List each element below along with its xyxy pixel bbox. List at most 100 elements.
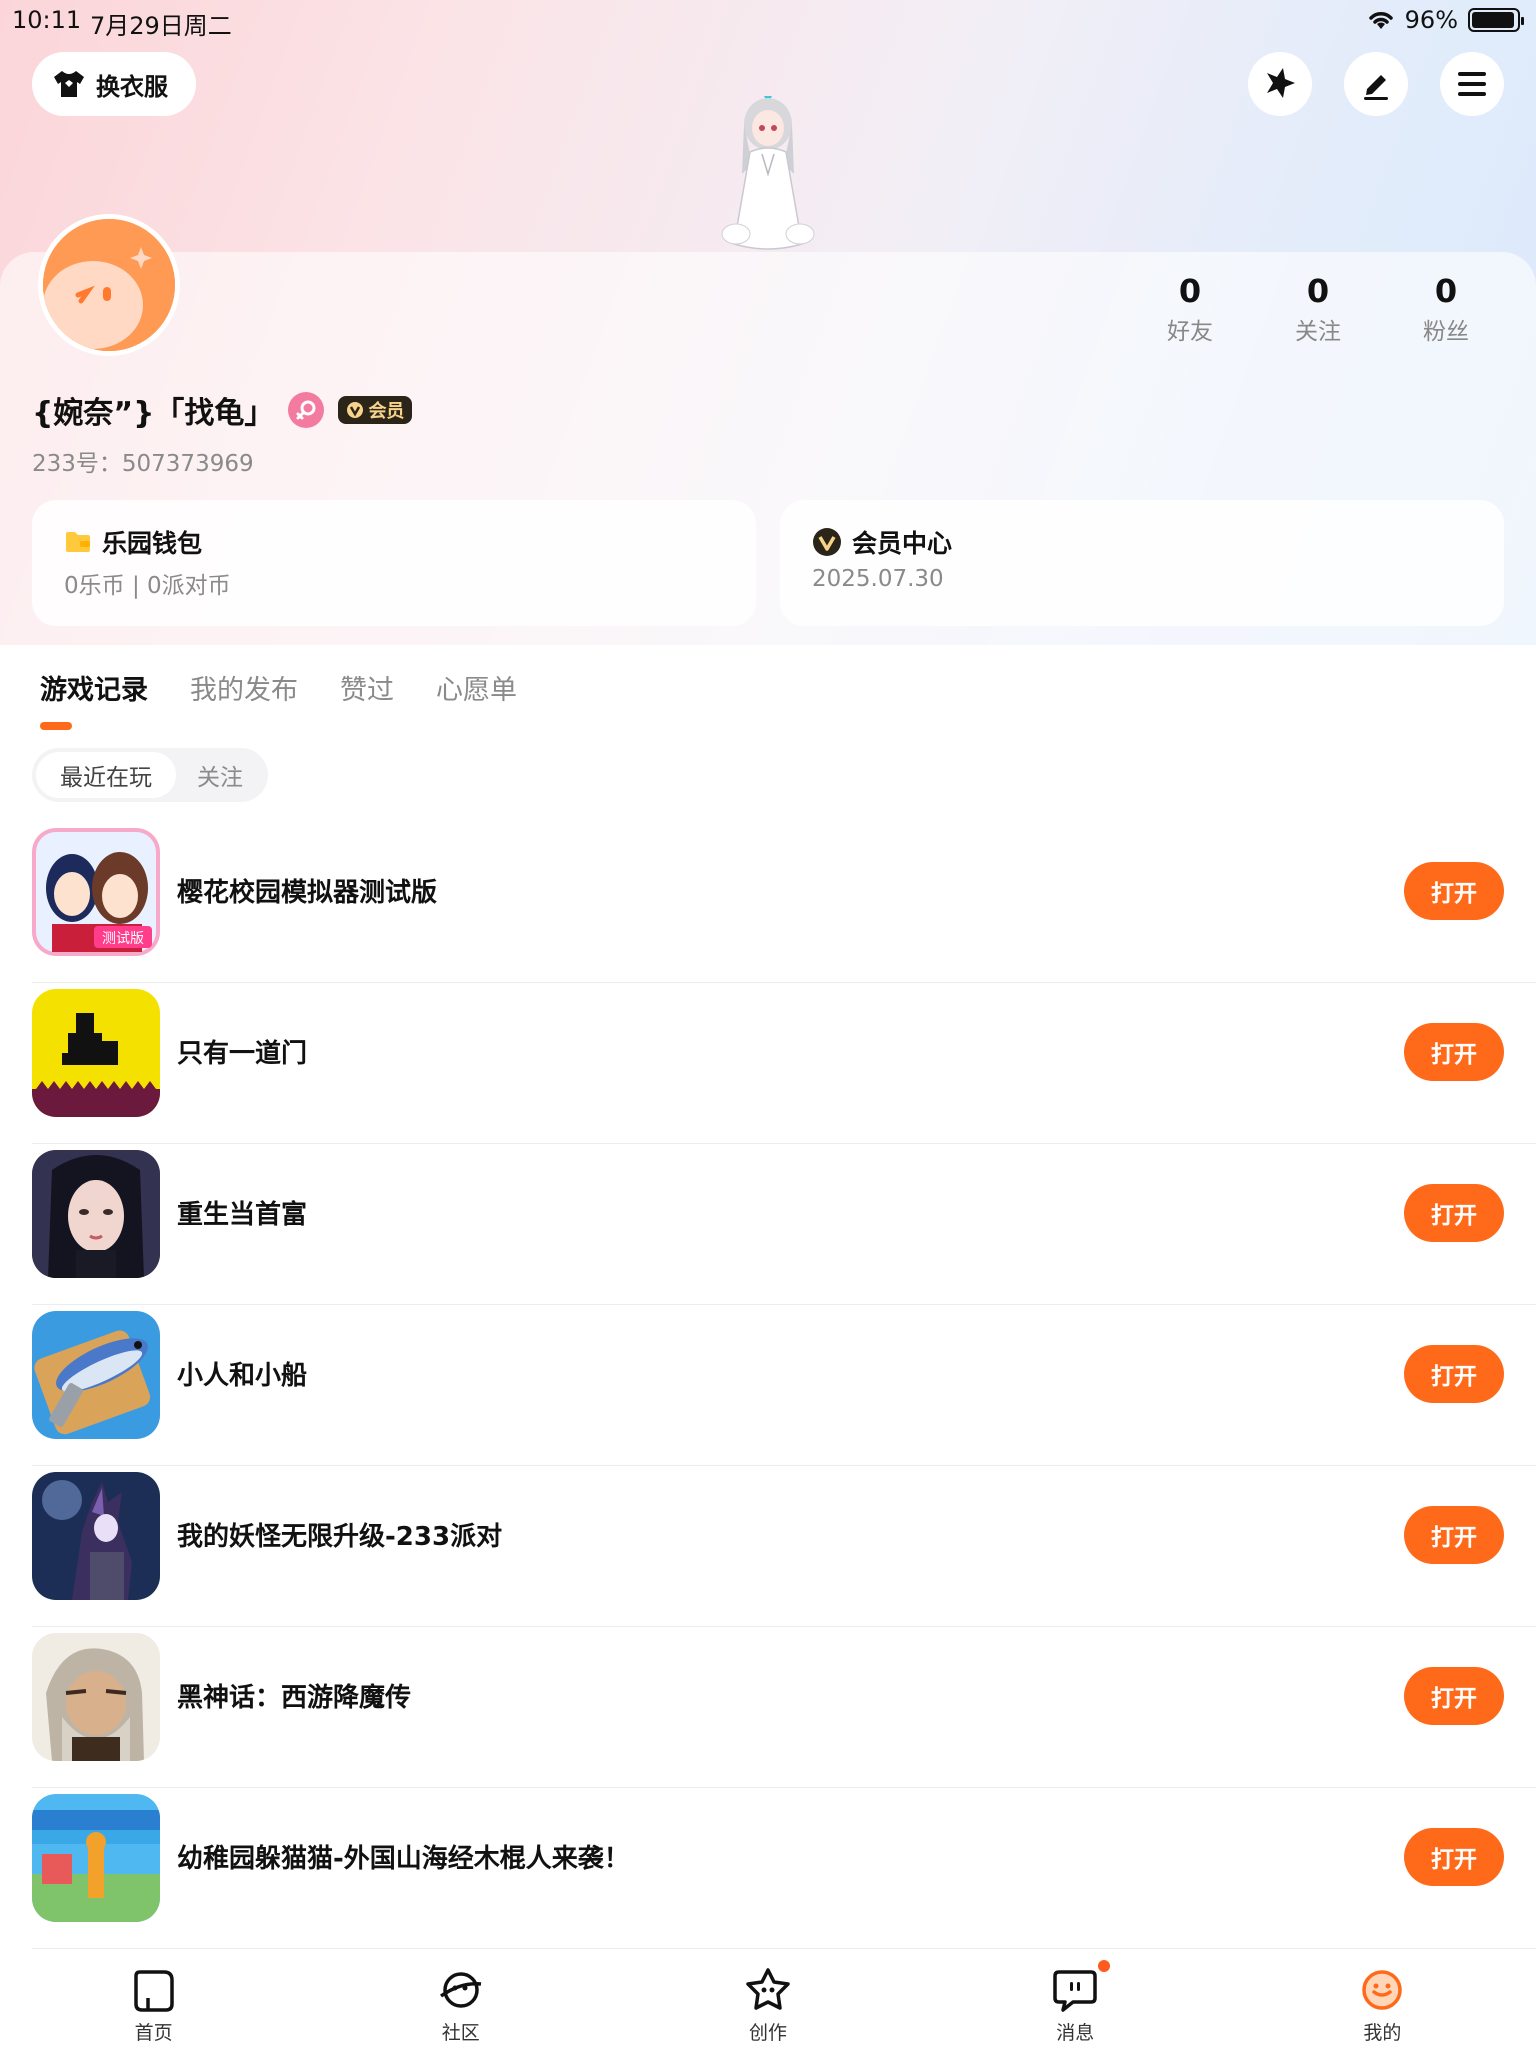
fish-boat-icon[interactable] bbox=[32, 1311, 160, 1439]
shirt-icon bbox=[54, 71, 84, 97]
active-tab-indicator bbox=[40, 722, 72, 730]
wardrobe-label: 换衣服 bbox=[96, 72, 168, 101]
profile-tabs: 游戏记录 我的发布 赞过 心愿单 bbox=[40, 668, 517, 707]
wallet-title: 乐园钱包 bbox=[102, 529, 203, 558]
tabbar-create[interactable]: 创作 bbox=[614, 1952, 921, 2048]
open-game-button[interactable]: 打开 bbox=[1404, 1667, 1504, 1725]
game-name: 幼稚园躲猫猫-外国山海经木棍人来袭！ bbox=[177, 1844, 630, 1874]
profile-stats: 0 好友 0 关注 0 粉丝 bbox=[1126, 272, 1510, 346]
tabbar-label: 消息 bbox=[1056, 2022, 1095, 2044]
sakura-school-icon[interactable]: 测试版 bbox=[32, 828, 160, 956]
wifi-icon bbox=[1368, 12, 1393, 29]
create-icon bbox=[746, 1968, 790, 2010]
tab-my-posts[interactable]: 我的发布 bbox=[190, 668, 298, 707]
vip-label: 会员 bbox=[368, 401, 405, 422]
tabbar-label: 创作 bbox=[749, 2022, 788, 2044]
game-name: 重生当首富 bbox=[177, 1200, 308, 1230]
open-game-button[interactable]: 打开 bbox=[1404, 1184, 1504, 1242]
subtab-recent[interactable]: 最近在玩 bbox=[36, 752, 176, 798]
user-id: 233号：507373969 bbox=[32, 451, 254, 477]
game-name: 黑神话：西游降魔传 bbox=[177, 1683, 412, 1713]
stat-value: 0 bbox=[1178, 272, 1202, 310]
game-name: 樱花校园模拟器测试版 bbox=[177, 878, 438, 908]
me-icon bbox=[1362, 1970, 1403, 2010]
tab-game-records[interactable]: 游戏记录 bbox=[40, 668, 148, 707]
open-game-button[interactable]: 打开 bbox=[1404, 1506, 1504, 1564]
username-row: {婉奈”}「找龟」 会员 bbox=[32, 388, 413, 432]
game-row[interactable]: 重生当首富 打开 bbox=[0, 1144, 1536, 1305]
header-actions bbox=[1248, 52, 1504, 116]
tabbar-home[interactable]: 首页 bbox=[0, 1952, 307, 2048]
wallet-balance: 0乐币 | 0派对币 bbox=[64, 573, 231, 599]
home-icon bbox=[133, 1970, 174, 2012]
stat-label: 粉丝 bbox=[1423, 319, 1469, 345]
game-row[interactable]: 我的妖怪无限升级-233派对 打开 bbox=[0, 1466, 1536, 1627]
tabbar-label: 我的 bbox=[1363, 2022, 1402, 2044]
stat-label: 好友 bbox=[1167, 319, 1213, 345]
stat-value: 0 bbox=[1434, 272, 1458, 310]
game-list: 测试版 樱花校园模拟器测试版 打开 只有一道门 打开 重生当首富 打开 小人和小… bbox=[0, 822, 1536, 1949]
username: {婉奈”}「找龟」 bbox=[32, 396, 275, 431]
open-game-button[interactable]: 打开 bbox=[1404, 1345, 1504, 1403]
game-name: 小人和小船 bbox=[177, 1361, 308, 1391]
menu-button[interactable] bbox=[1440, 52, 1504, 116]
tabbar-label: 首页 bbox=[134, 2022, 173, 2044]
open-game-button[interactable]: 打开 bbox=[1404, 862, 1504, 920]
stat-label: 关注 bbox=[1295, 319, 1341, 345]
stat-friends[interactable]: 0 好友 bbox=[1126, 272, 1254, 346]
community-icon bbox=[439, 1972, 481, 2008]
avatar[interactable] bbox=[38, 214, 180, 356]
avatar-face-icon bbox=[43, 219, 175, 351]
avatar-character-image[interactable] bbox=[706, 94, 830, 254]
wallet-title-row: 乐园钱包 bbox=[64, 524, 202, 560]
black-myth-icon[interactable] bbox=[32, 1633, 160, 1761]
vip-center-card[interactable]: 会员中心 2025.07.30 bbox=[780, 500, 1504, 626]
star-burst-icon bbox=[1267, 68, 1295, 98]
battery-percent: 96% bbox=[1404, 6, 1458, 34]
open-game-button[interactable]: 打开 bbox=[1404, 1023, 1504, 1081]
message-unread-dot bbox=[1097, 1960, 1110, 1972]
game-subtabs: 最近在玩 关注 bbox=[32, 748, 268, 802]
status-time: 10:11 bbox=[12, 6, 82, 34]
game-row[interactable]: 黑神话：西游降魔传 打开 bbox=[0, 1627, 1536, 1788]
vip-shield-icon bbox=[347, 402, 364, 418]
tab-wishlist[interactable]: 心愿单 bbox=[436, 668, 517, 707]
status-date: 7月29日周二 bbox=[90, 12, 232, 40]
game-name: 只有一道门 bbox=[177, 1039, 308, 1069]
game-row[interactable]: 测试版 樱花校园模拟器测试版 打开 bbox=[0, 822, 1536, 983]
wallet-folder-icon bbox=[66, 532, 90, 552]
stat-following[interactable]: 0 关注 bbox=[1254, 272, 1382, 346]
game-name: 我的妖怪无限升级-233派对 bbox=[177, 1522, 503, 1552]
message-icon bbox=[1053, 1970, 1097, 2012]
kindergarten-hide-icon[interactable] bbox=[32, 1794, 160, 1922]
wardrobe-button[interactable]: 换衣服 bbox=[32, 52, 196, 116]
wallet-card[interactable]: 乐园钱包 0乐币 | 0派对币 bbox=[32, 500, 756, 626]
status-indicators: 96% bbox=[1367, 6, 1524, 34]
stat-value: 0 bbox=[1306, 272, 1330, 310]
stat-fans[interactable]: 0 粉丝 bbox=[1382, 272, 1510, 346]
edit-button[interactable] bbox=[1344, 52, 1408, 116]
game-row[interactable]: 幼稚园躲猫猫-外国山海经木棍人来袭！ 打开 bbox=[0, 1788, 1536, 1949]
battery-icon bbox=[1468, 8, 1524, 32]
open-game-button[interactable]: 打开 bbox=[1404, 1828, 1504, 1886]
game-row[interactable]: 只有一道门 打开 bbox=[0, 983, 1536, 1144]
status-bar: 10:11 7月29日周二 96% bbox=[0, 0, 1536, 40]
edit-pen-icon bbox=[1364, 75, 1388, 100]
rebirth-rich-icon[interactable] bbox=[32, 1150, 160, 1278]
tabbar-community[interactable]: 社区 bbox=[307, 1952, 614, 2048]
tabbar-me[interactable]: 我的 bbox=[1229, 1952, 1536, 2048]
monster-upgrade-icon[interactable] bbox=[32, 1472, 160, 1600]
vip-title: 会员中心 bbox=[852, 529, 953, 558]
bottom-tab-bar: 首页 社区 创作 消息 我的 bbox=[0, 1952, 1536, 2048]
game-row[interactable]: 小人和小船 打开 bbox=[0, 1305, 1536, 1466]
one-door-icon[interactable] bbox=[32, 989, 160, 1117]
tab-liked[interactable]: 赞过 bbox=[340, 668, 394, 707]
menu-icon bbox=[1458, 72, 1486, 96]
star-burst-button[interactable] bbox=[1248, 52, 1312, 116]
tabbar-messages[interactable]: 消息 bbox=[922, 1952, 1229, 2048]
female-gender-icon bbox=[288, 392, 325, 428]
subtab-following[interactable]: 关注 bbox=[176, 752, 264, 798]
svg-text:测试版: 测试版 bbox=[102, 931, 144, 947]
vip-title-row: 会员中心 bbox=[812, 524, 952, 560]
vip-badge[interactable]: 会员 bbox=[338, 396, 413, 424]
